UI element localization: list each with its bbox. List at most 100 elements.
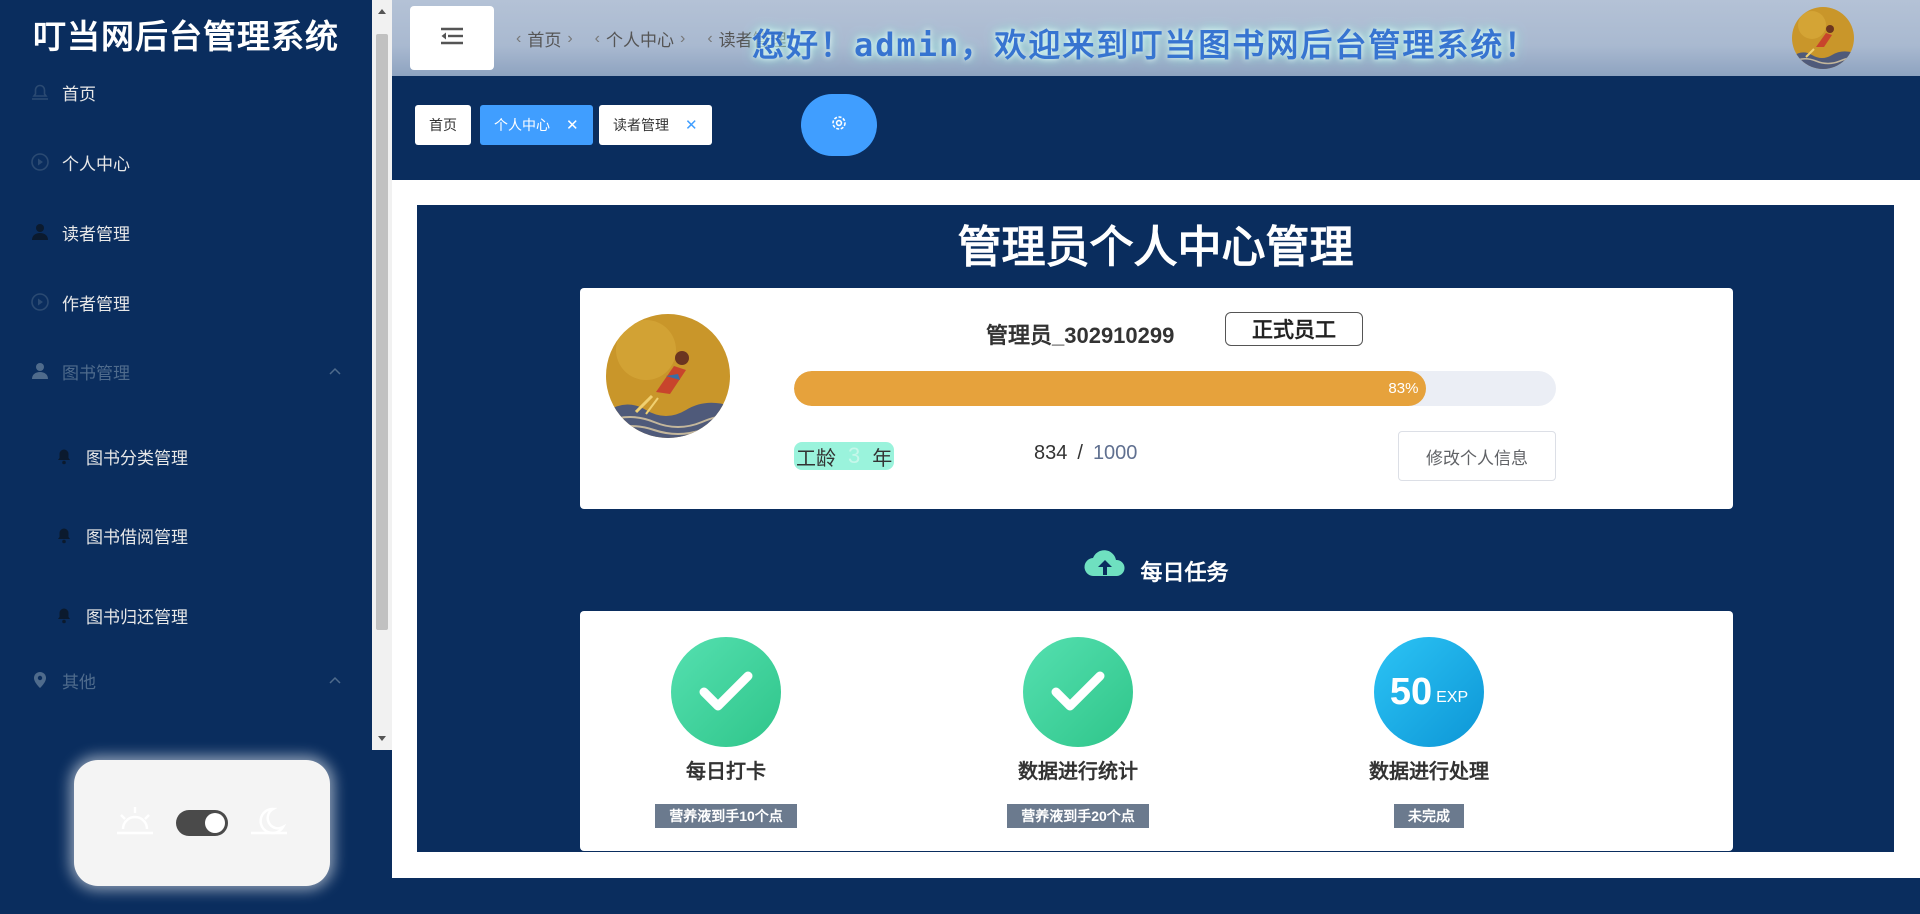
main-content: 管理员个人中心管理 管理员_302910299 正式员工 83% 工龄 3 年 … [392, 180, 1920, 878]
scrollbar-thumb[interactable] [376, 34, 388, 630]
sidebar-item-book-borrow[interactable]: 图书借阅管理 [0, 507, 372, 563]
tasks-title: 每日任务 [1140, 560, 1229, 585]
exp-badge-unit: EXP [1436, 689, 1469, 706]
exp-current: 834 [1034, 442, 1068, 464]
sidebar-item-profile[interactable]: 个人中心 [0, 134, 372, 190]
sidebar-item-label: 首页 [62, 84, 96, 104]
sidebar-item-authors[interactable]: 作者管理 [0, 274, 372, 330]
moon-icon [249, 805, 289, 842]
sidebar-scrollbar[interactable] [372, 0, 392, 750]
breadcrumb-label: 首页 [527, 31, 562, 50]
sidebar-item-readers[interactable]: 读者管理 [0, 204, 372, 260]
sidebar-item-label: 图书管理 [62, 363, 130, 383]
task-name: 每日打卡 [686, 761, 766, 783]
exp-badge-value: 50 [1389, 670, 1433, 713]
tab-label: 读者管理 [613, 117, 669, 133]
chevron-left-icon: ‹ [594, 29, 600, 47]
bell-icon [52, 523, 76, 547]
task-name: 数据进行处理 [1369, 761, 1489, 783]
chevron-left-icon: ‹ [707, 29, 713, 47]
seniority-tag: 工龄 3 年 [794, 442, 895, 470]
chevron-up-icon [328, 670, 342, 690]
task-item[interactable]: 50 EXP 数据进行处理 未完成 [1329, 637, 1529, 828]
task-status: 未完成 [1394, 804, 1464, 828]
exp-badge-icon: 50 EXP [1374, 637, 1484, 747]
sidebar: 叮当网后台管理系统 首页 个人中心 读者管理 作者管理 图书管理 图书分类管理 … [0, 0, 392, 914]
gear-icon [830, 114, 848, 137]
tab-label: 个人中心 [494, 117, 550, 133]
exp-max: 1000 [1092, 442, 1138, 464]
tab-home[interactable]: 首页 [415, 105, 471, 145]
scroll-down-arrow-icon[interactable] [372, 730, 392, 748]
task-reward: 营养液到手10个点 [655, 804, 797, 828]
sidebar-item-label: 图书分类管理 [86, 448, 188, 468]
close-icon[interactable]: ✕ [685, 116, 698, 134]
check-icon [1023, 637, 1133, 747]
sidebar-item-book-return[interactable]: 图书归还管理 [0, 587, 372, 643]
sidebar-menu: 叮当网后台管理系统 首页 个人中心 读者管理 作者管理 图书管理 图书分类管理 … [0, 0, 372, 750]
sidebar-item-label: 图书归还管理 [86, 607, 188, 627]
staff-badge: 正式员工 [1225, 312, 1363, 346]
task-item[interactable]: 每日打卡 营养液到手10个点 [626, 637, 826, 828]
chevron-right-icon: › [567, 29, 573, 47]
sidebar-item-label: 图书借阅管理 [86, 527, 188, 547]
sidebar-item-book-categories[interactable]: 图书分类管理 [0, 428, 372, 484]
breadcrumb-item-home[interactable]: ‹ 首页 › [510, 26, 579, 51]
switch-knob [204, 813, 225, 833]
scroll-up-arrow-icon[interactable] [372, 2, 392, 20]
page-title: 管理员个人中心管理 [957, 223, 1354, 272]
seniority-years: 3 [848, 443, 861, 468]
welcome-message: 您好！admin，欢迎来到叮当图书网后台管理系统！ [752, 26, 1539, 64]
bell-icon [28, 80, 52, 104]
check-icon [671, 637, 781, 747]
admin-name: 管理员_302910299 [986, 323, 1175, 348]
sidebar-item-label: 读者管理 [62, 224, 130, 244]
close-icon[interactable]: ✕ [566, 116, 579, 134]
daily-tasks-heading: 每日任务 [417, 545, 1894, 587]
menu-fold-icon [439, 26, 465, 51]
app-title: 叮当网后台管理系统 [33, 18, 339, 55]
breadcrumb-item-profile[interactable]: ‹ 个人中心 › [589, 26, 692, 51]
seniority-unit: 年 [872, 447, 893, 470]
task-reward: 营养液到手20个点 [1007, 804, 1149, 828]
chevron-up-icon [328, 361, 342, 381]
menu-toggle-button[interactable] [410, 6, 494, 70]
exp-counter: 834 / 1000 [1034, 442, 1137, 465]
profile-card: 管理员_302910299 正式员工 83% 工龄 3 年 834 / 1000 修… [580, 288, 1733, 509]
play-circle-icon [28, 290, 52, 314]
chevron-right-icon: › [679, 29, 686, 47]
location-icon [28, 668, 52, 692]
sidebar-item-label: 其他 [62, 672, 96, 692]
sidebar-item-books[interactable]: 图书管理 [0, 343, 372, 399]
theme-toggle-panel [74, 760, 330, 886]
exp-separator: / [1077, 442, 1083, 464]
cloud-upload-icon [1082, 546, 1128, 587]
tab-label: 首页 [429, 117, 457, 133]
play-circle-icon [28, 150, 52, 174]
sidebar-item-other[interactable]: 其他 [0, 652, 372, 708]
exp-progress-bar: 83% [794, 371, 1556, 406]
profile-avatar [606, 314, 730, 438]
tab-profile[interactable]: 个人中心 ✕ [480, 105, 593, 145]
bell-icon [52, 603, 76, 627]
user-avatar[interactable] [1792, 7, 1854, 69]
breadcrumb-label: 个人中心 [605, 31, 674, 50]
task-item[interactable]: 数据进行统计 营养液到手20个点 [978, 637, 1178, 828]
edit-profile-button[interactable]: 修改个人信息 [1398, 431, 1556, 481]
top-header: ‹ 首页 › ‹ 个人中心 › ‹ 读者管理 您好！admin，欢迎来到叮当图书… [392, 0, 1920, 76]
exp-progress-fill: 83% [794, 371, 1427, 406]
user-icon [28, 220, 52, 244]
bell-icon [52, 444, 76, 468]
settings-button[interactable] [801, 94, 877, 156]
tabs-bar: 首页 个人中心 ✕ 读者管理 ✕ [392, 76, 1920, 180]
sunrise-icon [115, 805, 155, 842]
chevron-left-icon: ‹ [516, 29, 522, 47]
sidebar-item-home[interactable]: 首页 [0, 64, 372, 120]
sidebar-item-label: 个人中心 [62, 154, 130, 174]
task-name: 数据进行统计 [1018, 761, 1138, 783]
sidebar-item-label: 作者管理 [62, 294, 130, 314]
tab-readers[interactable]: 读者管理 ✕ [599, 105, 712, 145]
tasks-card: 每日打卡 营养液到手10个点 数据进行统计 营养液到手20个点 50 EXP 数… [580, 611, 1733, 851]
dark-mode-switch[interactable] [175, 810, 228, 836]
progress-text: 83% [1388, 380, 1419, 397]
